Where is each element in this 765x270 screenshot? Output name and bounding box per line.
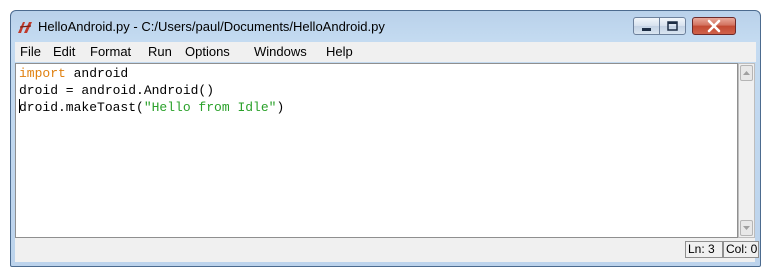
column-number-indicator: Col: 0 — [723, 241, 759, 258]
menu-options[interactable]: Options — [185, 44, 230, 59]
scroll-down-button[interactable] — [740, 220, 753, 236]
code-editor[interactable]: import android droid = android.Android() d… — [15, 63, 738, 238]
close-button[interactable] — [692, 17, 736, 35]
menu-format[interactable]: Format — [90, 44, 131, 59]
menu-run[interactable]: Run — [148, 44, 172, 59]
minimize-button[interactable] — [633, 17, 660, 35]
code-line-3-close: ) — [276, 100, 285, 115]
minimize-icon — [642, 28, 651, 31]
code-line-1: import android — [19, 66, 284, 83]
line-number-indicator: Ln: 3 — [685, 241, 723, 258]
maximize-button[interactable] — [659, 17, 686, 35]
menu-file[interactable]: File — [20, 44, 41, 59]
code-line-3: droid.makeToast("Hello from Idle") — [19, 99, 284, 117]
status-bar: Ln: 3 Col: 0 — [15, 238, 759, 262]
code-line-2: droid = android.Android() — [19, 82, 215, 98]
idle-editor-window: HelloAndroid.py - C:/Users/paul/Document… — [10, 10, 761, 267]
code-line-3-call: droid.makeToast( — [19, 100, 144, 115]
close-icon — [707, 19, 721, 33]
arrow-down-icon — [743, 226, 750, 230]
menu-help[interactable]: Help — [326, 44, 353, 59]
scroll-up-button[interactable] — [740, 65, 753, 81]
maximize-icon — [667, 21, 678, 31]
menu-windows[interactable]: Windows — [254, 44, 307, 59]
title-bar[interactable]: HelloAndroid.py - C:/Users/paul/Document… — [11, 11, 760, 41]
code-text: import android droid = android.Android() d… — [19, 66, 284, 117]
menu-bar: File Edit Format Run Options Windows Hel… — [15, 42, 756, 62]
code-line-1-rest: android — [65, 66, 129, 81]
keyword-import: import — [19, 66, 66, 81]
menu-edit[interactable]: Edit — [53, 44, 75, 59]
arrow-up-icon — [743, 71, 750, 75]
string-literal: "Hello from Idle" — [143, 100, 277, 115]
vertical-scrollbar[interactable] — [738, 63, 755, 238]
idle-feather-icon — [18, 22, 32, 33]
window-title: HelloAndroid.py - C:/Users/paul/Document… — [38, 19, 385, 34]
